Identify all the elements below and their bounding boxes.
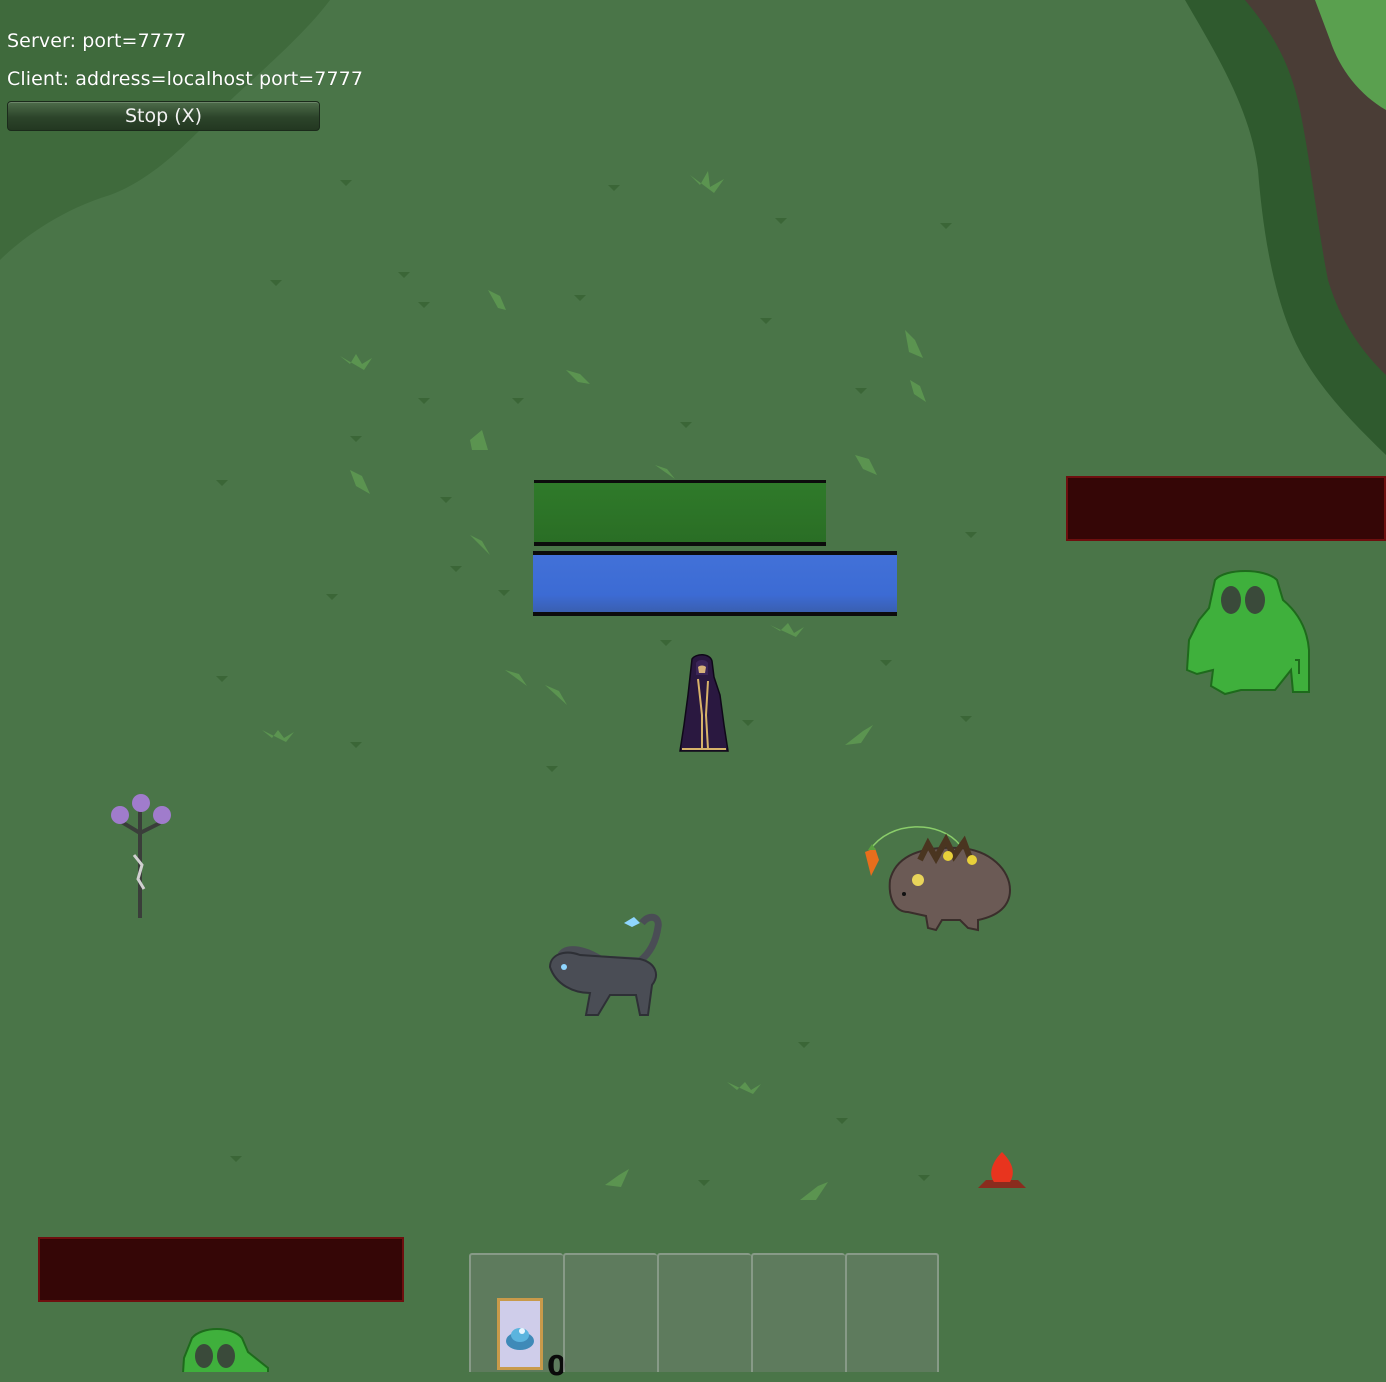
hotbar-slot-2[interactable] (563, 1253, 657, 1372)
enemy-health-bar (1066, 476, 1386, 541)
client-status-label: Client: address=localhost port=7777 (7, 68, 364, 90)
spell-card-icon[interactable] (497, 1298, 543, 1370)
player-mana-bar (533, 551, 897, 616)
crystal-icon (500, 1301, 540, 1367)
stop-button[interactable]: Stop (X) (7, 101, 320, 131)
hotbar: 0 (469, 1253, 943, 1382)
player-health-bar (534, 480, 826, 546)
hotbar-slot-3[interactable] (657, 1253, 751, 1372)
enemy-health-bar (38, 1237, 404, 1302)
hotbar-slot-5[interactable] (845, 1253, 939, 1372)
hotbar-slot-1[interactable]: 0 (469, 1253, 566, 1382)
hotbar-slot-4[interactable] (751, 1253, 845, 1372)
server-status-label: Server: port=7777 (7, 30, 187, 52)
game-world (0, 0, 1386, 1372)
stop-button-label: Stop (X) (124, 105, 203, 127)
